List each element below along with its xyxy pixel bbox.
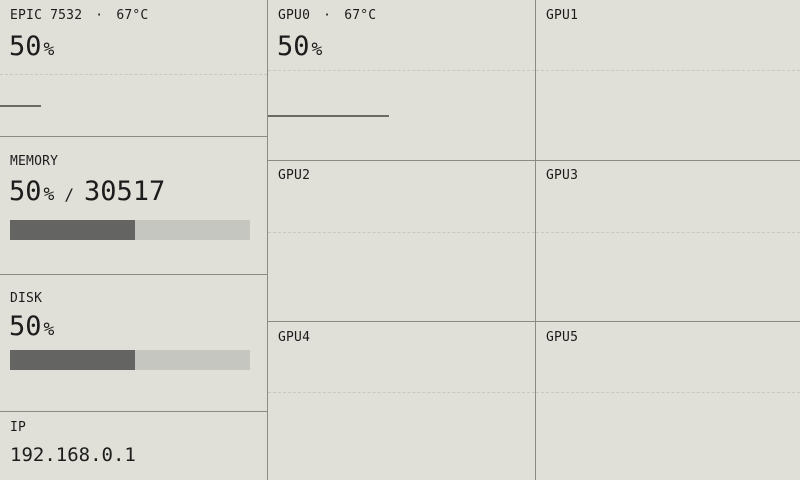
memory-slash: / bbox=[64, 185, 74, 204]
cpu-panel: EPIC 7532 · 67°C 50% bbox=[0, 0, 267, 136]
gpu1-label: GPU1 bbox=[546, 8, 579, 23]
cpu-separator: · bbox=[95, 8, 104, 23]
memory-total: 30517 bbox=[84, 176, 166, 207]
gpu5-panel: GPU5 bbox=[536, 322, 800, 480]
ip-panel: IP 192.168.0.1 bbox=[0, 412, 267, 480]
cpu-usage-value: 50 bbox=[9, 31, 42, 62]
gpu2-graph-gridline bbox=[268, 232, 535, 233]
gpu0-separator: · bbox=[323, 8, 332, 23]
cpu-usage: 50% bbox=[9, 33, 54, 60]
gpu2-panel: GPU2 bbox=[268, 161, 535, 321]
gpu0-temperature: 67°C bbox=[344, 8, 377, 23]
memory-bar-track bbox=[10, 220, 250, 240]
gpu0-graph-gridline bbox=[268, 70, 535, 71]
gpu3-graph-gridline bbox=[536, 232, 800, 233]
gpu0-usage: 50% bbox=[277, 33, 322, 60]
gpu0-label: GPU0 bbox=[278, 8, 311, 23]
gpu3-label: GPU3 bbox=[546, 168, 579, 183]
cpu-header: EPIC 7532 · 67°C bbox=[10, 8, 148, 23]
memory-usage-unit: % bbox=[43, 184, 55, 205]
disk-panel: DISK 50% bbox=[0, 275, 267, 411]
disk-usage: 50% bbox=[9, 313, 54, 340]
cpu-graph-gridline bbox=[0, 74, 267, 75]
gpu4-label: GPU4 bbox=[278, 330, 311, 345]
disk-label: DISK bbox=[10, 291, 43, 306]
cpu-usage-unit: % bbox=[43, 39, 55, 60]
gpu3-panel: GPU3 bbox=[536, 161, 800, 321]
memory-panel: MEMORY 50% / 30517 bbox=[0, 137, 267, 274]
gpu0-panel: GPU0 · 67°C 50% bbox=[268, 0, 535, 160]
disk-bar-track bbox=[10, 350, 250, 370]
gpu5-graph-gridline bbox=[536, 392, 800, 393]
ip-address: 192.168.0.1 bbox=[10, 444, 136, 466]
memory-label: MEMORY bbox=[10, 154, 59, 169]
gpu0-usage-sparkline bbox=[268, 115, 389, 117]
ip-label: IP bbox=[10, 420, 27, 435]
gpu1-graph-gridline bbox=[536, 70, 800, 71]
memory-usage-value: 50 bbox=[9, 176, 42, 207]
disk-bar-fill bbox=[10, 350, 135, 370]
memory-usage: 50% / 30517 bbox=[9, 178, 165, 205]
gpu0-usage-unit: % bbox=[311, 39, 323, 60]
gpu0-usage-value: 50 bbox=[277, 31, 310, 62]
gpu4-panel: GPU4 bbox=[268, 322, 535, 480]
gpu1-panel: GPU1 bbox=[536, 0, 800, 160]
cpu-usage-sparkline bbox=[0, 105, 41, 107]
gpu0-header: GPU0 · 67°C bbox=[278, 8, 376, 23]
memory-bar-fill bbox=[10, 220, 135, 240]
cpu-label: EPIC 7532 bbox=[10, 8, 83, 23]
disk-usage-unit: % bbox=[43, 319, 55, 340]
gpu2-label: GPU2 bbox=[278, 168, 311, 183]
gpu4-graph-gridline bbox=[268, 392, 535, 393]
gpu5-label: GPU5 bbox=[546, 330, 579, 345]
cpu-temperature: 67°C bbox=[116, 8, 149, 23]
disk-usage-value: 50 bbox=[9, 311, 42, 342]
